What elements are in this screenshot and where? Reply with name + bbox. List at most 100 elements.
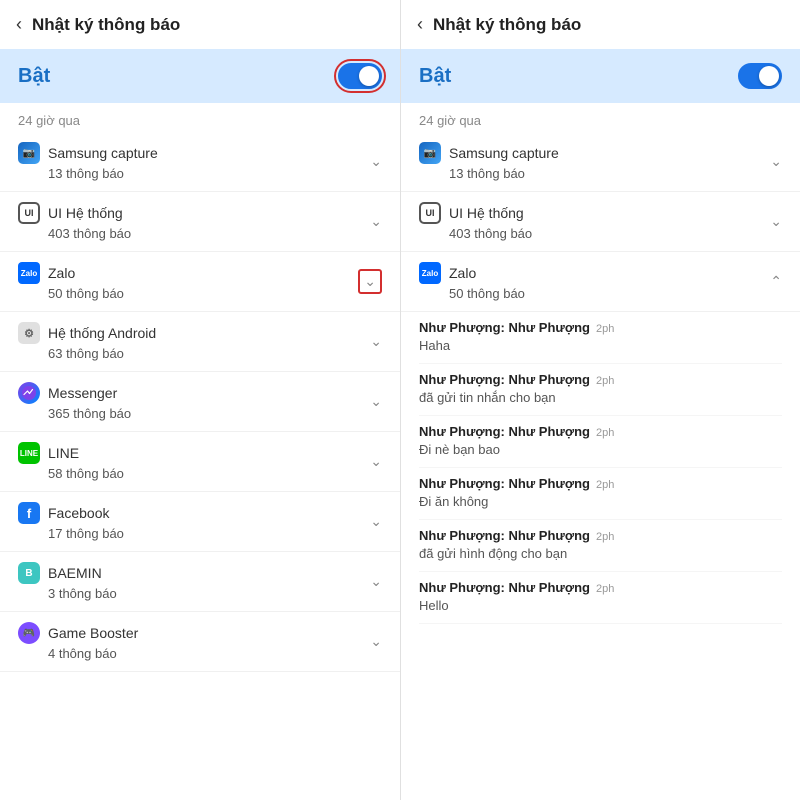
list-item[interactable]: B BAEMIN 3 thông báo ⌄ bbox=[0, 552, 400, 612]
list-item[interactable]: LINE LINE 58 thông báo ⌄ bbox=[0, 432, 400, 492]
app-count: 50 thông báo bbox=[18, 286, 124, 301]
app-name-row: UI UI Hệ thống bbox=[419, 202, 532, 224]
zalo-icon: Zalo bbox=[419, 262, 441, 284]
msg-time: 2ph bbox=[596, 583, 614, 595]
app-count: 13 thông báo bbox=[419, 166, 559, 181]
chevron-down-icon[interactable]: ⌄ bbox=[370, 573, 382, 590]
app-count: 17 thông báo bbox=[18, 526, 124, 541]
list-item[interactable]: ⚙ Hệ thống Android 63 thông báo ⌄ bbox=[0, 312, 400, 372]
app-name-row: 🎮 Game Booster bbox=[18, 622, 138, 644]
message-item: Như Phượng: Như Phượng 2ph Đi nè bạn bao bbox=[419, 416, 782, 468]
chevron-down-icon[interactable]: ⌄ bbox=[370, 213, 382, 230]
app-count: 3 thông báo bbox=[18, 586, 117, 601]
right-bat-row: Bật bbox=[401, 49, 800, 103]
app-name: Facebook bbox=[48, 505, 109, 521]
ui-icon: UI bbox=[419, 202, 441, 224]
app-count: 365 thông báo bbox=[18, 406, 131, 421]
chevron-down-icon[interactable]: ⌄ bbox=[770, 153, 782, 170]
baemin-icon: B bbox=[18, 562, 40, 584]
app-name-row: UI UI Hệ thống bbox=[18, 202, 131, 224]
left-bat-label: Bật bbox=[18, 65, 50, 88]
msg-sender: Như Phượng: Như Phượng bbox=[419, 476, 590, 491]
app-info: ⚙ Hệ thống Android 63 thông báo bbox=[18, 322, 156, 361]
msg-header: Như Phượng: Như Phượng 2ph bbox=[419, 320, 782, 335]
chevron-down-icon[interactable]: ⌄ bbox=[370, 153, 382, 170]
chevron-down-icon[interactable]: ⌄ bbox=[370, 393, 382, 410]
app-name-row: LINE LINE bbox=[18, 442, 124, 464]
samsung-icon: 📷 bbox=[419, 142, 441, 164]
app-info: B BAEMIN 3 thông báo bbox=[18, 562, 117, 601]
list-item[interactable]: Messenger 365 thông báo ⌄ bbox=[0, 372, 400, 432]
chevron-down-icon[interactable]: ⌄ bbox=[370, 333, 382, 350]
app-info: Zalo Zalo 50 thông báo bbox=[18, 262, 124, 301]
ui-icon: UI bbox=[18, 202, 40, 224]
app-count: 403 thông báo bbox=[419, 226, 532, 241]
gamebooster-icon: 🎮 bbox=[18, 622, 40, 644]
msg-sender: Như Phượng: Như Phượng bbox=[419, 580, 590, 595]
left-panel: ‹ Nhật ký thông báo Bật 24 giờ qua 📷 Sam… bbox=[0, 0, 400, 800]
app-name-row: 📷 Samsung capture bbox=[419, 142, 559, 164]
message-item: Như Phượng: Như Phượng 2ph đã gửi hình đ… bbox=[419, 520, 782, 572]
app-info: Zalo Zalo 50 thông báo bbox=[419, 262, 525, 301]
app-count: 13 thông báo bbox=[18, 166, 158, 181]
left-toggle-knob bbox=[359, 66, 379, 86]
app-count: 403 thông báo bbox=[18, 226, 131, 241]
msg-header: Như Phượng: Như Phượng 2ph bbox=[419, 528, 782, 543]
message-item: Như Phượng: Như Phượng 2ph Đi ăn không bbox=[419, 468, 782, 520]
msg-sender: Như Phượng: Như Phượng bbox=[419, 372, 590, 387]
left-back-button[interactable]: ‹ bbox=[16, 14, 22, 35]
app-info: UI UI Hệ thống 403 thông báo bbox=[18, 202, 131, 241]
chevron-down-icon[interactable]: ⌄ bbox=[358, 269, 382, 294]
msg-time: 2ph bbox=[596, 531, 614, 543]
chevron-up-icon[interactable]: ⌃ bbox=[770, 273, 782, 290]
right-back-button[interactable]: ‹ bbox=[417, 14, 423, 35]
msg-header: Như Phượng: Như Phượng 2ph bbox=[419, 372, 782, 387]
facebook-icon: f bbox=[18, 502, 40, 524]
list-item[interactable]: UI UI Hệ thống 403 thông báo ⌄ bbox=[401, 192, 800, 252]
list-item[interactable]: 📷 Samsung capture 13 thông báo ⌄ bbox=[401, 132, 800, 192]
chevron-down-icon[interactable]: ⌄ bbox=[370, 513, 382, 530]
messenger-icon bbox=[18, 382, 40, 404]
app-count: 4 thông báo bbox=[18, 646, 138, 661]
app-name-row: ⚙ Hệ thống Android bbox=[18, 322, 156, 344]
zalo-icon: Zalo bbox=[18, 262, 40, 284]
right-header: ‹ Nhật ký thông báo bbox=[401, 0, 800, 49]
message-item: Như Phượng: Như Phượng 2ph đã gửi tin nh… bbox=[419, 364, 782, 416]
msg-time: 2ph bbox=[596, 427, 614, 439]
msg-text: Hello bbox=[419, 598, 449, 613]
list-item[interactable]: 📷 Samsung capture 13 thông báo ⌄ bbox=[0, 132, 400, 192]
list-item[interactable]: UI UI Hệ thống 403 thông báo ⌄ bbox=[0, 192, 400, 252]
app-name: Zalo bbox=[449, 265, 476, 281]
list-item[interactable]: 🎮 Game Booster 4 thông báo ⌄ bbox=[0, 612, 400, 672]
list-item[interactable]: Zalo Zalo 50 thông báo ⌃ bbox=[401, 252, 800, 312]
app-info: Messenger 365 thông báo bbox=[18, 382, 131, 421]
chevron-down-icon[interactable]: ⌄ bbox=[370, 633, 382, 650]
msg-text: đã gửi hình động cho bạn bbox=[419, 546, 567, 561]
msg-text: Haha bbox=[419, 338, 450, 353]
android-icon: ⚙ bbox=[18, 322, 40, 344]
app-count: 58 thông báo bbox=[18, 466, 124, 481]
chevron-down-icon[interactable]: ⌄ bbox=[370, 453, 382, 470]
left-header: ‹ Nhật ký thông báo bbox=[0, 0, 400, 49]
list-item[interactable]: f Facebook 17 thông báo ⌄ bbox=[0, 492, 400, 552]
app-name: BAEMIN bbox=[48, 565, 102, 581]
msg-time: 2ph bbox=[596, 375, 614, 387]
app-name-row: B BAEMIN bbox=[18, 562, 117, 584]
app-name: Messenger bbox=[48, 385, 117, 401]
msg-text: Đi nè bạn bao bbox=[419, 442, 500, 457]
right-header-title: Nhật ký thông báo bbox=[433, 15, 581, 35]
app-info: LINE LINE 58 thông báo bbox=[18, 442, 124, 481]
left-toggle[interactable] bbox=[338, 63, 382, 89]
message-item: Như Phượng: Như Phượng 2ph Hello bbox=[419, 572, 782, 624]
app-name: Hệ thống Android bbox=[48, 325, 156, 341]
right-panel: ‹ Nhật ký thông báo Bật 24 giờ qua 📷 Sam… bbox=[400, 0, 800, 800]
msg-text: đã gửi tin nhắn cho bạn bbox=[419, 390, 556, 405]
app-info: 🎮 Game Booster 4 thông báo bbox=[18, 622, 138, 661]
right-toggle[interactable] bbox=[738, 63, 782, 89]
app-count: 50 thông báo bbox=[419, 286, 525, 301]
list-item[interactable]: Zalo Zalo 50 thông báo ⌄ bbox=[0, 252, 400, 312]
chevron-down-icon[interactable]: ⌄ bbox=[770, 213, 782, 230]
app-name-row: f Facebook bbox=[18, 502, 124, 524]
app-info: 📷 Samsung capture 13 thông báo bbox=[18, 142, 158, 181]
app-name: UI Hệ thống bbox=[449, 205, 524, 221]
